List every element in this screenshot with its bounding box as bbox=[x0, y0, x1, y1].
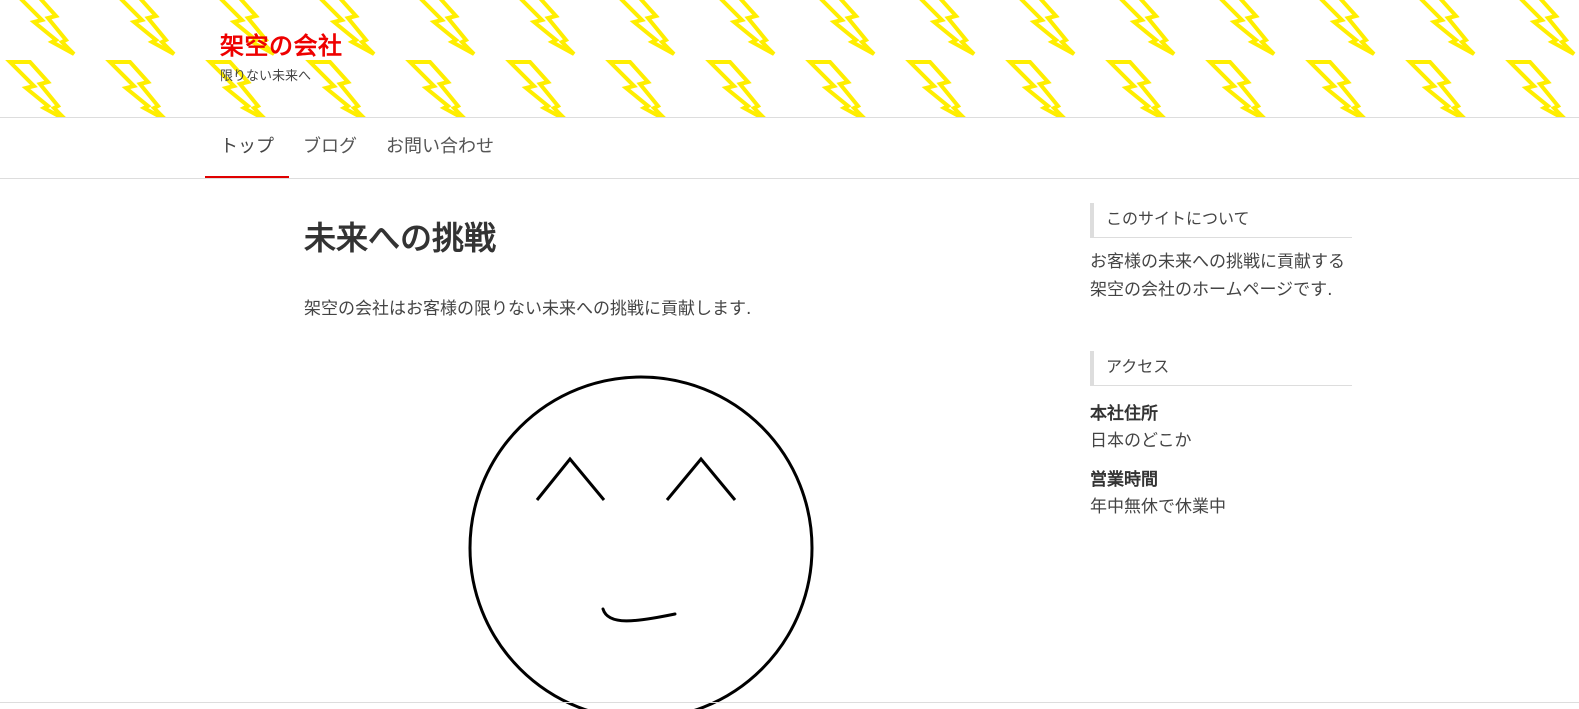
lightning-bolt-icon bbox=[516, 0, 576, 56]
lightning-bolt-icon bbox=[716, 0, 776, 56]
lightning-bolt-icon bbox=[116, 0, 176, 56]
about-text: お客様の未来への挑戦に貢献する架空の会社のホームページです. bbox=[1090, 252, 1345, 300]
lightning-bolt-icon bbox=[608, 60, 668, 117]
lightning-bolt-icon bbox=[808, 60, 868, 117]
lightning-bolt-icon bbox=[1016, 0, 1076, 56]
lightning-bolt-icon bbox=[1308, 60, 1368, 117]
site-header: 架空の会社 限りない未来へ bbox=[0, 0, 1579, 118]
lightning-bolt-icon bbox=[1416, 0, 1476, 56]
site-title[interactable]: 架空の会社 bbox=[220, 26, 343, 61]
lightning-bolt-icon bbox=[1008, 60, 1068, 117]
site-tagline: 限りない未来へ bbox=[220, 69, 312, 84]
hours-value: 年中無休で休業中 bbox=[1090, 497, 1226, 517]
nav-item-blog[interactable]: ブログ bbox=[289, 118, 371, 178]
nav-item-contact[interactable]: お問い合わせ bbox=[376, 118, 504, 178]
lightning-bolt-icon bbox=[408, 60, 468, 117]
lightning-bolt-icon bbox=[1508, 60, 1568, 117]
lightning-bolt-icon bbox=[308, 60, 368, 117]
lightning-bolt-icon bbox=[108, 60, 168, 117]
lightning-bolt-icon bbox=[916, 0, 976, 56]
lightning-bolt-icon bbox=[1408, 60, 1468, 117]
lightning-bolt-icon bbox=[616, 0, 676, 56]
widget-title-access: アクセス bbox=[1090, 351, 1352, 386]
smiley-face-icon bbox=[468, 375, 814, 709]
lightning-bolt-icon bbox=[416, 0, 476, 56]
lightning-bolt-icon bbox=[1116, 0, 1176, 56]
lightning-bolt-icon bbox=[908, 60, 968, 117]
nav-item-top[interactable]: トップ bbox=[205, 118, 289, 178]
lightning-bolt-icon bbox=[1208, 60, 1268, 117]
lightning-bolt-icon bbox=[1108, 60, 1168, 117]
hours-label: 営業時間 bbox=[1090, 470, 1158, 490]
lightning-bolt-icon bbox=[8, 60, 68, 117]
lightning-bolt-icon bbox=[1316, 0, 1376, 56]
lightning-bolt-icon bbox=[16, 0, 76, 56]
lightning-bolt-icon bbox=[816, 0, 876, 56]
lightning-bolt-icon bbox=[1516, 0, 1576, 56]
widget-title-about: このサイトについて bbox=[1090, 203, 1352, 238]
lead-text: 架空の会社はお客様の限りない未来への挑戦に貢献します. bbox=[304, 299, 752, 319]
address-label: 本社住所 bbox=[1090, 404, 1158, 424]
lightning-bolt-icon bbox=[708, 60, 768, 117]
main-nav: トップ ブログ お問い合わせ bbox=[0, 118, 1579, 179]
lightning-bolt-icon bbox=[1216, 0, 1276, 56]
address-value: 日本のどこか bbox=[1090, 431, 1192, 451]
bottom-divider bbox=[0, 702, 1579, 703]
lightning-bolt-icon bbox=[508, 60, 568, 117]
page-title: 未来への挑戦 bbox=[304, 219, 497, 257]
